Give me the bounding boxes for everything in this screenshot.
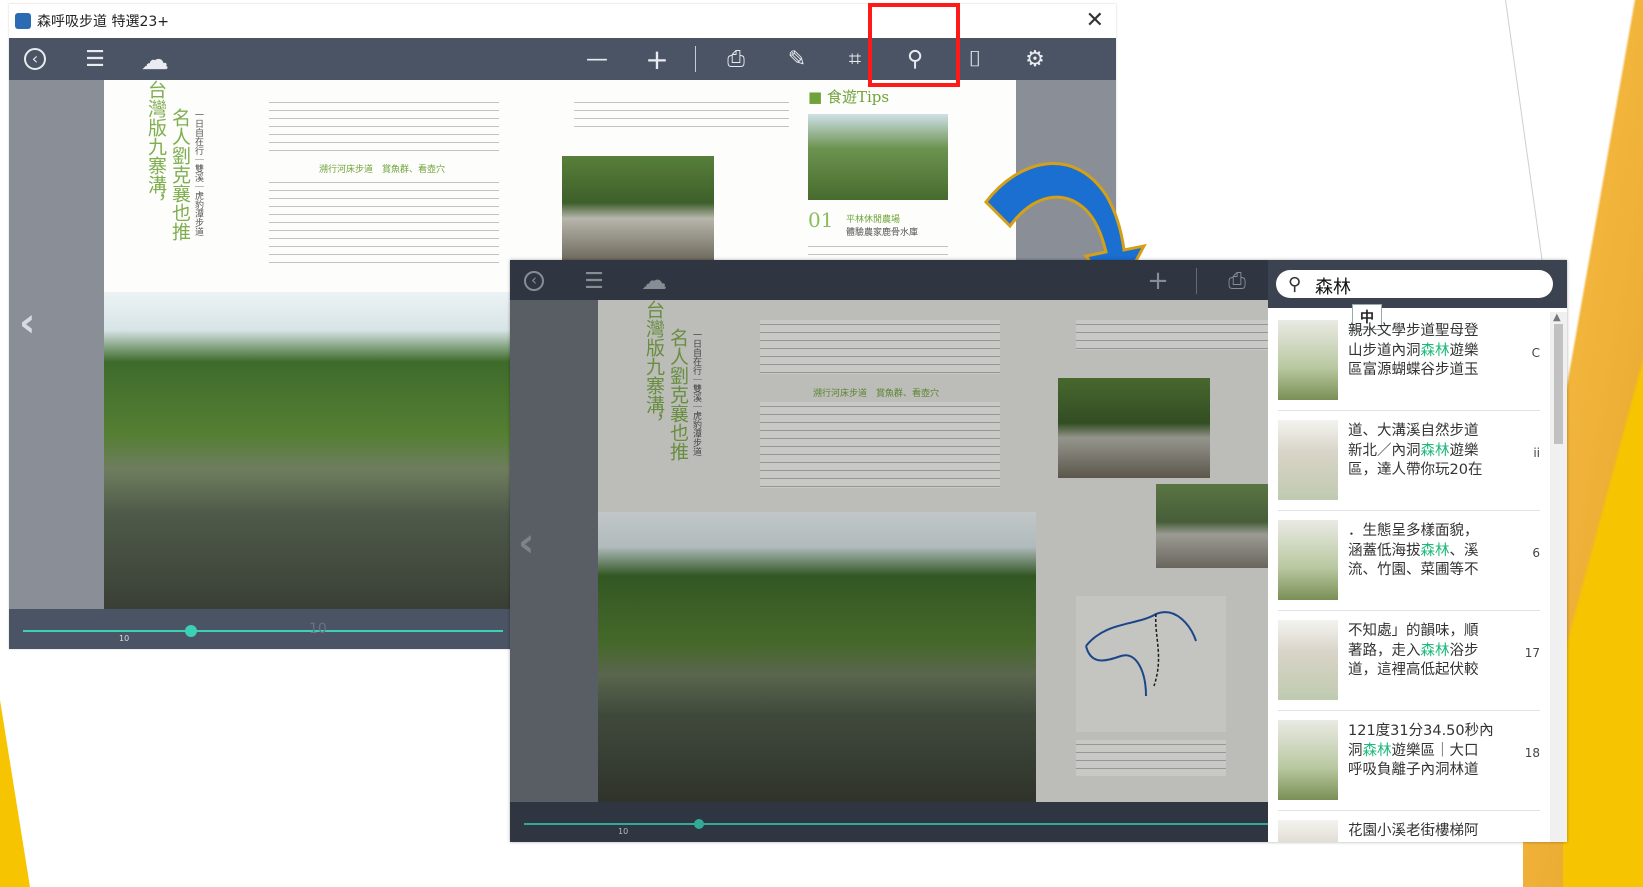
tips-heading: ■ 食遊Tips	[808, 88, 890, 106]
farm-photo	[808, 114, 948, 200]
crop-icon: ⌗	[848, 46, 862, 72]
window-title: 森呼吸步道 特選23+	[37, 14, 169, 30]
search-result-item[interactable]: ．生態呈多樣面貌， 涵蓋低海拔森林、溪 流、竹園、菜圃等不 6	[1278, 512, 1540, 611]
result-snippet: ．生態呈多樣面貌， 涵蓋低海拔森林、溪 流、竹園、菜圃等不	[1348, 522, 1498, 581]
result-page-number: C	[1531, 346, 1540, 360]
minus-icon: —	[586, 46, 608, 72]
result-snippet: 不知處」的韻味，順 著路，走入森林浴步 道，這裡高低起伏較	[1348, 622, 1498, 681]
tip-title: 平林休閒農場	[846, 215, 901, 225]
annotate-button[interactable]: ✎	[777, 38, 817, 80]
snippet-match: 森林	[1420, 542, 1450, 559]
search-button-highlight	[868, 3, 960, 87]
print-button[interactable]: ⎙	[716, 38, 756, 80]
slide-decoration-left	[0, 700, 30, 887]
search-result-item[interactable]: 花園小溪老街樓梯阿	[1278, 812, 1540, 842]
article-subtitle: 一日自在行｜雙溪｜虎豹潭步道	[193, 110, 203, 236]
search-query-text: 森林	[1315, 277, 1351, 298]
search-result-item[interactable]: 道、大溝溪自然步道 新北／內洞森林遊樂 區，達人帶你玩20在 ii	[1278, 412, 1540, 511]
settings-button[interactable]: ⚙	[1015, 38, 1055, 80]
snippet-before: 花園小溪老街樓梯阿	[1348, 823, 1479, 839]
result-page-number: 18	[1524, 746, 1540, 760]
result-snippet: 親水文學步道聖母登 山步道內洞森林遊樂 區富源蝴蝶谷步道玉	[1348, 322, 1498, 381]
slide-decoration-yellow	[1563, 0, 1643, 887]
toolbar-separator	[695, 46, 696, 72]
modal-dim-overlay	[510, 260, 1268, 842]
result-page-number: 6	[1532, 546, 1540, 560]
result-page-thumbnail	[1278, 820, 1338, 842]
result-snippet: 121度31分34.50秒內 洞森林遊樂區｜大口 呼吸負離子內洞林道	[1348, 722, 1498, 781]
tip-number: 01	[808, 208, 834, 232]
results-scrollbar[interactable]: ▲	[1550, 312, 1567, 842]
zoom-out-button[interactable]: —	[577, 38, 617, 80]
toc-button[interactable]: ☰	[75, 38, 115, 80]
scroll-thumb[interactable]	[1554, 324, 1563, 444]
article-title-line1: 台灣版九寨溝，	[145, 80, 167, 213]
current-page-label: 10	[309, 621, 327, 637]
snippet-match: 森林	[1362, 742, 1392, 759]
result-page-number: 17	[1524, 646, 1540, 660]
result-page-thumbnail	[1278, 320, 1338, 400]
river-photo	[104, 292, 524, 609]
search-bar: ⚲ 森林	[1268, 260, 1567, 308]
result-page-thumbnail	[1278, 520, 1338, 600]
page-slider-track[interactable]	[23, 630, 503, 632]
scroll-up-icon[interactable]: ▲	[1553, 312, 1561, 323]
app-icon	[15, 13, 31, 29]
back-icon: ‹	[24, 48, 46, 70]
result-page-thumbnail	[1278, 420, 1338, 500]
search-result-item[interactable]: 121度31分34.50秒內 洞森林遊樂區｜大口 呼吸負離子內洞林道 18	[1278, 712, 1540, 811]
stream-photo	[562, 156, 714, 260]
menu-list-icon: ☰	[85, 46, 105, 72]
result-page-number: ii	[1533, 446, 1540, 460]
gear-icon: ⚙	[1025, 46, 1045, 72]
result-snippet: 花園小溪老街樓梯阿	[1348, 822, 1498, 842]
reader-window-search: ‹ ☰ ☁ + ⎙ ‹ 台灣版九寨溝， 名人劉克襄也推 一日自在行｜雙溪｜虎豹潭…	[510, 260, 1567, 842]
result-snippet: 道、大溝溪自然步道 新北／內洞森林遊樂 區，達人帶你玩20在	[1348, 422, 1498, 481]
result-page-thumbnail	[1278, 620, 1338, 700]
snippet-match: 森林	[1420, 642, 1450, 659]
search-icon: ⚲	[1288, 274, 1302, 295]
section-heading: 溯行河床步道 賞魚群、看壺穴	[319, 165, 446, 175]
plus-icon: +	[645, 42, 669, 76]
search-result-item[interactable]: 不知處」的韻味，順 著路，走入森林浴步 道，這裡高低起伏較 17	[1278, 612, 1540, 711]
body-text-block	[269, 98, 499, 152]
pen-icon: ✎	[787, 46, 807, 72]
article-title-line2: 名人劉克襄也推	[169, 108, 191, 241]
result-page-thumbnail	[1278, 720, 1338, 800]
snippet-match: 森林	[1420, 442, 1450, 459]
body-text-block	[269, 178, 499, 264]
zoom-in-button[interactable]: +	[637, 38, 677, 80]
search-result-item[interactable]: 親水文學步道聖母登 山步道內洞森林遊樂 區富源蝴蝶谷步道玉 C	[1278, 312, 1540, 411]
slider-page-label: 10	[119, 634, 130, 643]
tip-subtitle: 體驗農家鹿骨水庫	[846, 228, 919, 238]
cloud-sync-button[interactable]: ☁	[135, 38, 175, 80]
prev-page-arrow[interactable]: ‹	[19, 300, 35, 346]
bookmark-icon: ⌷	[968, 46, 982, 72]
page-slider-thumb[interactable]	[185, 625, 197, 637]
back-button[interactable]: ‹	[15, 38, 55, 80]
cloud-check-icon: ☁	[141, 42, 169, 76]
printer-icon: ⎙	[727, 46, 745, 72]
close-button[interactable]: ✕	[1086, 8, 1104, 33]
body-text-block	[574, 98, 789, 128]
search-panel: ⚲ 森林 中 親水文學步道聖母登 山步道內洞森林遊樂 區富源蝴蝶谷步道玉 C 道、大…	[1268, 260, 1567, 842]
bookmark-button[interactable]: ⌷	[955, 38, 995, 80]
search-results-list: 親水文學步道聖母登 山步道內洞森林遊樂 區富源蝴蝶谷步道玉 C 道、大溝溪自然步道 …	[1268, 312, 1551, 842]
snippet-match: 森林	[1420, 342, 1450, 359]
